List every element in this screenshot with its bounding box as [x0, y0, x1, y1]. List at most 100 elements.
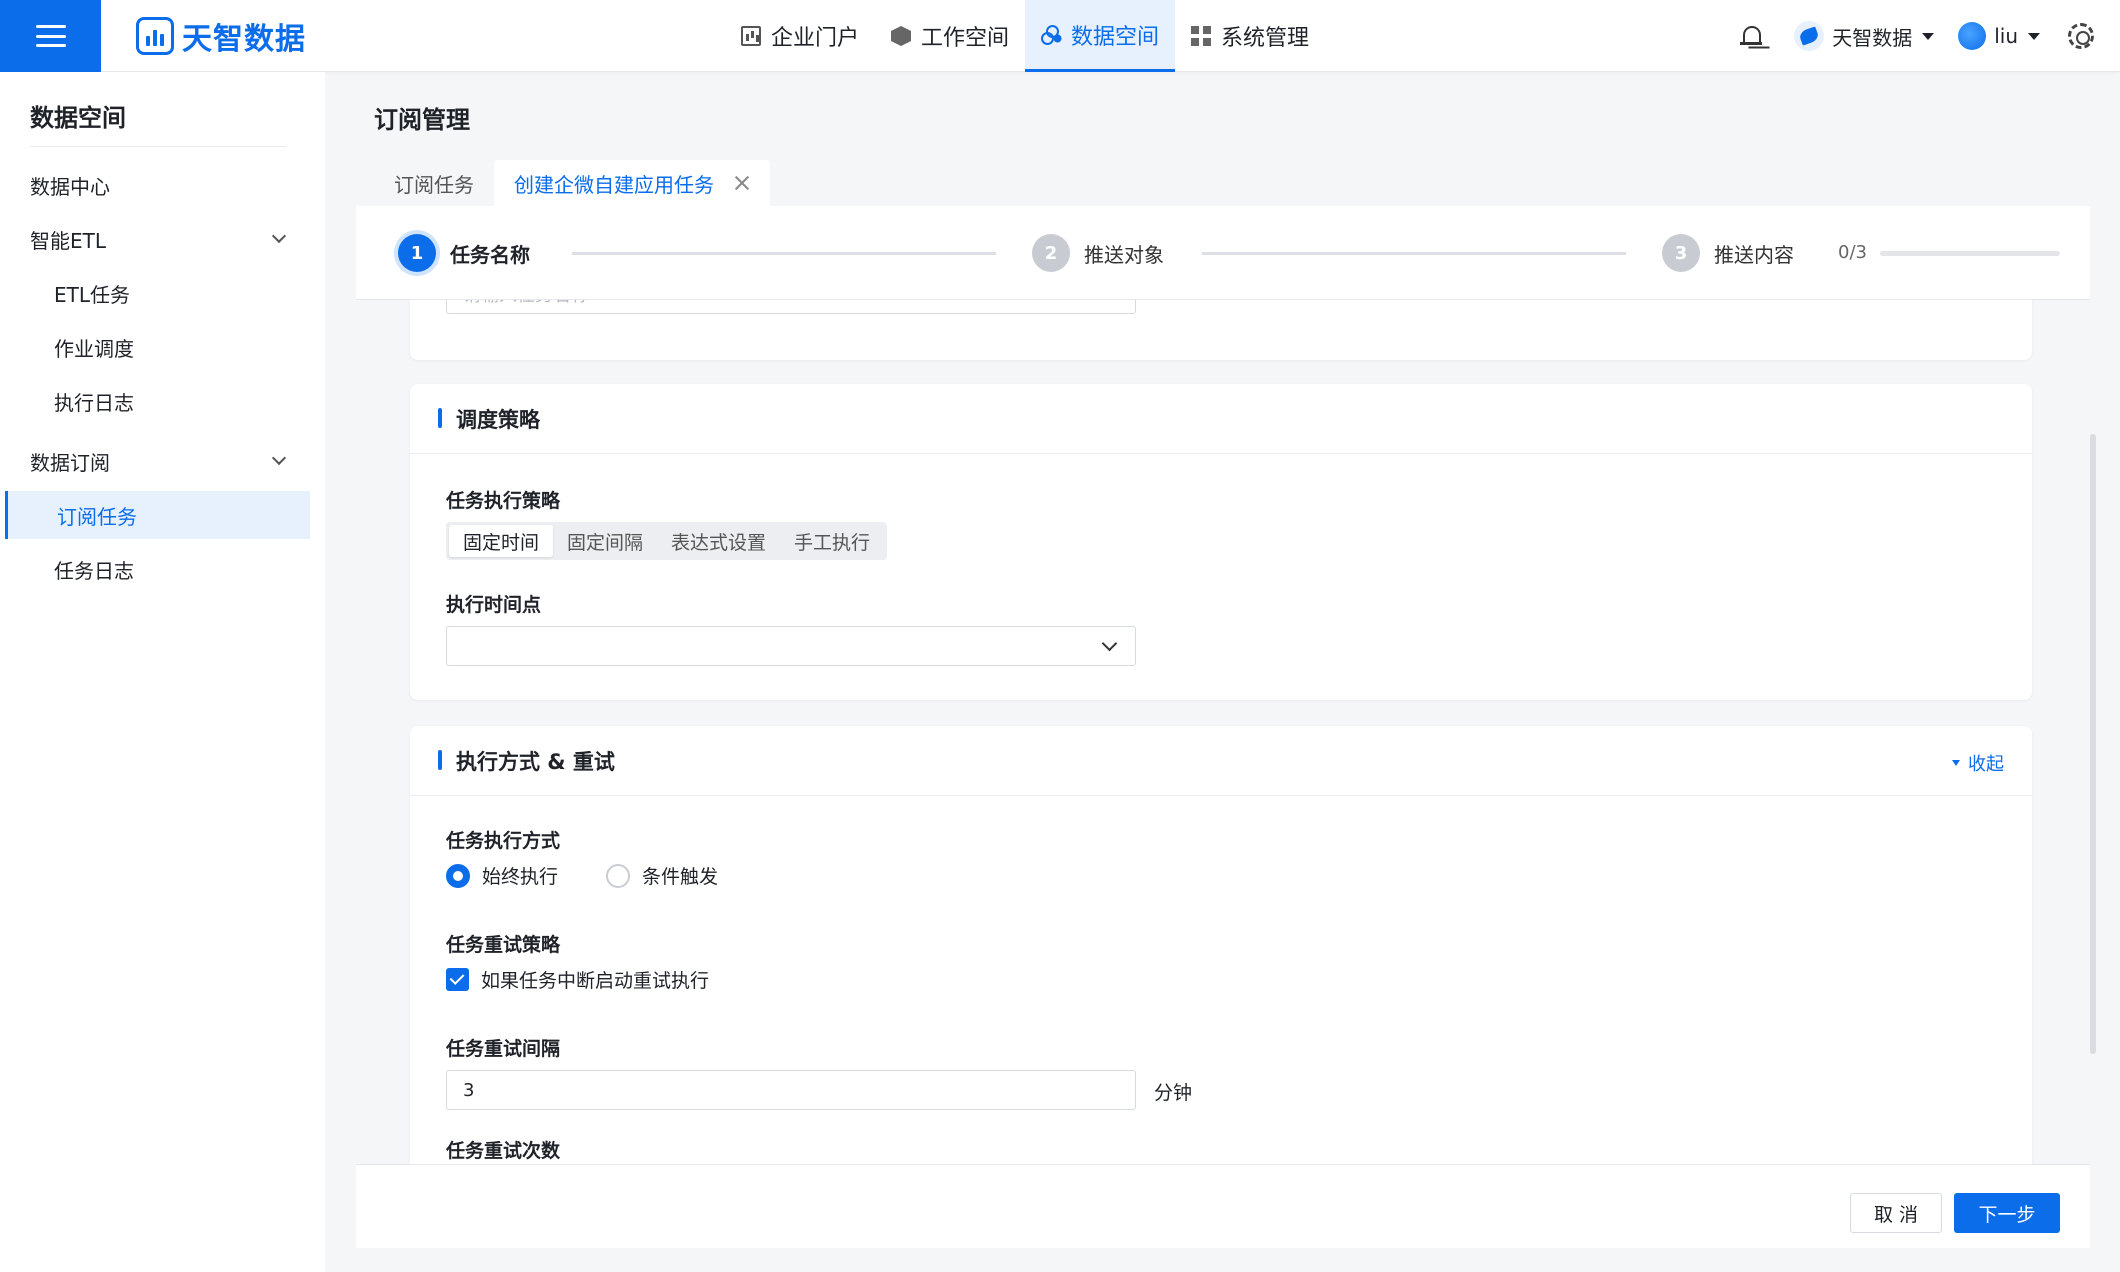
- sidebar-item-label: 智能ETL: [30, 228, 106, 253]
- nav-enterprise-portal[interactable]: 企业门户: [725, 0, 875, 72]
- step-label: 推送对象: [1084, 242, 1164, 267]
- step-label: 推送内容: [1714, 242, 1794, 267]
- chevron-down-icon: [271, 450, 287, 466]
- strategy-segmented-control: 固定时间 固定间隔 表达式设置 手工执行: [446, 522, 888, 560]
- checkbox-label: 如果任务中断启动重试执行: [481, 970, 710, 992]
- monitor-icon: [741, 26, 761, 46]
- nav-label: 数据空间: [1071, 24, 1160, 50]
- cancel-button[interactable]: 取 消: [1850, 1193, 1942, 1233]
- tenant-logo-icon: [1794, 21, 1825, 51]
- radio-circle: [446, 863, 470, 888]
- step-push-target[interactable]: 2 推送对象: [1032, 234, 1164, 272]
- divider: [30, 146, 286, 147]
- card-header: 执行方式 & 重试 收起: [410, 726, 2032, 796]
- retry-checkbox[interactable]: 如果任务中断启动重试执行: [446, 966, 709, 993]
- sidebar-item-label: ETL任务: [54, 282, 130, 307]
- radio-label: 始终执行: [482, 866, 559, 888]
- form-footer: 取 消 下一步: [356, 1164, 2090, 1248]
- interval-label: 任务重试间隔: [446, 1038, 561, 1060]
- tab-label: 创建企微自建应用任务: [514, 172, 714, 197]
- collapse-label: 收起: [1968, 754, 2004, 775]
- tab-subscription-task[interactable]: 订阅任务: [374, 160, 494, 206]
- sidebar-item-job-scheduling[interactable]: 作业调度: [0, 323, 310, 371]
- header-tools: 天智数据 liu: [1740, 0, 2120, 72]
- radio-always-execute[interactable]: 始终执行: [446, 862, 558, 889]
- section-title: 执行方式 & 重试: [456, 749, 615, 774]
- execution-card: 执行方式 & 重试 收起 任务执行方式 始终执行 条件触发 任务重试策略 如果任…: [410, 726, 2032, 1170]
- nav-workspace[interactable]: 工作空间: [875, 0, 1025, 72]
- retry-label: 任务重试策略: [446, 934, 561, 956]
- sidebar-item-label: 数据中心: [30, 174, 110, 199]
- sidebar-item-label: 数据订阅: [30, 450, 110, 475]
- caret-down-icon: [1922, 32, 1935, 40]
- step-number: 2: [1032, 234, 1070, 272]
- tab-label: 订阅任务: [394, 172, 474, 197]
- card-header: 调度策略: [410, 384, 2032, 454]
- progress-bar: [1880, 251, 2060, 256]
- cube-icon: [891, 26, 912, 46]
- tenant-switcher[interactable]: 天智数据: [1794, 21, 1935, 51]
- tenant-name: 天智数据: [1832, 25, 1913, 50]
- collapse-button[interactable]: 收起: [1952, 750, 2004, 776]
- bell-icon[interactable]: [1740, 24, 1764, 48]
- hamburger-menu-button[interactable]: [0, 0, 101, 72]
- retry-interval-input[interactable]: 3: [446, 1070, 1136, 1110]
- mode-radio-group: 始终执行 条件触发: [446, 862, 718, 889]
- sidebar-item-etl-task[interactable]: ETL任务: [0, 269, 310, 317]
- sidebar-item-smart-etl[interactable]: 智能ETL: [0, 215, 310, 263]
- step-connector: [572, 252, 996, 255]
- close-icon[interactable]: [734, 175, 750, 191]
- step-task-name[interactable]: 1 任务名称: [398, 234, 530, 272]
- radio-circle: [606, 863, 631, 888]
- radio-conditional-trigger[interactable]: 条件触发: [606, 862, 718, 889]
- logo[interactable]: 天智数据: [136, 16, 306, 57]
- checkbox-checked-icon: [446, 968, 469, 991]
- nav-label: 系统管理: [1221, 26, 1310, 51]
- step-number: 1: [398, 234, 436, 272]
- sidebar-item-execution-log[interactable]: 执行日志: [0, 377, 310, 425]
- step-push-content[interactable]: 3 推送内容: [1662, 234, 1794, 272]
- sidebar-item-subscription-task[interactable]: 订阅任务: [5, 491, 310, 539]
- step-connector: [1202, 252, 1626, 255]
- content-panel: 1 任务名称 2 推送对象 3 推送内容 0/3 请输入任务名称 调度策略 任务…: [356, 206, 2090, 1248]
- sidebar: 数据空间 数据中心 智能ETL ETL任务 作业调度 执行日志 数据订阅 订阅任…: [0, 72, 325, 1272]
- time-select[interactable]: [446, 626, 1136, 666]
- section-title: 调度策略: [456, 407, 540, 432]
- top-nav: 企业门户 工作空间 数据空间 系统管理: [725, 0, 1325, 72]
- user-name: liu: [1994, 24, 2018, 48]
- avatar: [1958, 22, 1987, 50]
- interval-unit: 分钟: [1154, 1082, 1193, 1104]
- retry-count-label: 任务重试次数: [446, 1140, 561, 1162]
- sidebar-item-data-subscription[interactable]: 数据订阅: [0, 437, 310, 485]
- sidebar-title: 数据空间: [30, 104, 126, 132]
- task-name-input[interactable]: 请输入任务名称: [446, 300, 1136, 314]
- user-menu[interactable]: liu: [1958, 22, 2040, 50]
- progress-text: 0/3: [1838, 242, 1867, 263]
- share-nodes-icon: [1041, 24, 1061, 45]
- next-step-button[interactable]: 下一步: [1954, 1193, 2060, 1233]
- strategy-option-fixed-time[interactable]: 固定时间: [449, 525, 554, 557]
- sidebar-item-task-log[interactable]: 任务日志: [0, 545, 310, 593]
- section-accent-bar: [438, 408, 442, 428]
- page-title: 订阅管理: [374, 106, 470, 134]
- nav-label: 企业门户: [771, 26, 860, 51]
- logo-chart-icon: [136, 17, 174, 55]
- nav-system-management[interactable]: 系统管理: [1175, 0, 1325, 72]
- strategy-option-fixed-interval[interactable]: 固定间隔: [553, 525, 657, 557]
- nav-data-space[interactable]: 数据空间: [1025, 0, 1176, 72]
- tab-create-wecom-task[interactable]: 创建企微自建应用任务: [494, 160, 770, 206]
- sidebar-item-label: 订阅任务: [57, 504, 137, 529]
- stepper: 1 任务名称 2 推送对象 3 推送内容 0/3: [356, 206, 2090, 300]
- gear-icon[interactable]: [2068, 23, 2094, 49]
- sidebar-item-label: 作业调度: [54, 336, 134, 361]
- scrollbar[interactable]: [2090, 434, 2096, 1054]
- strategy-option-manual[interactable]: 手工执行: [780, 525, 884, 557]
- step-label: 任务名称: [450, 242, 530, 267]
- sidebar-item-data-center[interactable]: 数据中心: [0, 161, 310, 209]
- sidebar-item-label: 执行日志: [54, 390, 134, 415]
- strategy-option-expression[interactable]: 表达式设置: [657, 525, 780, 557]
- mode-label: 任务执行方式: [446, 830, 561, 852]
- form-scroll-area[interactable]: 请输入任务名称 调度策略 任务执行策略 固定时间 固定间隔 表达式设置 手工执行…: [356, 300, 2090, 1170]
- section-accent-bar: [438, 750, 442, 770]
- caret-down-icon: [2028, 32, 2040, 40]
